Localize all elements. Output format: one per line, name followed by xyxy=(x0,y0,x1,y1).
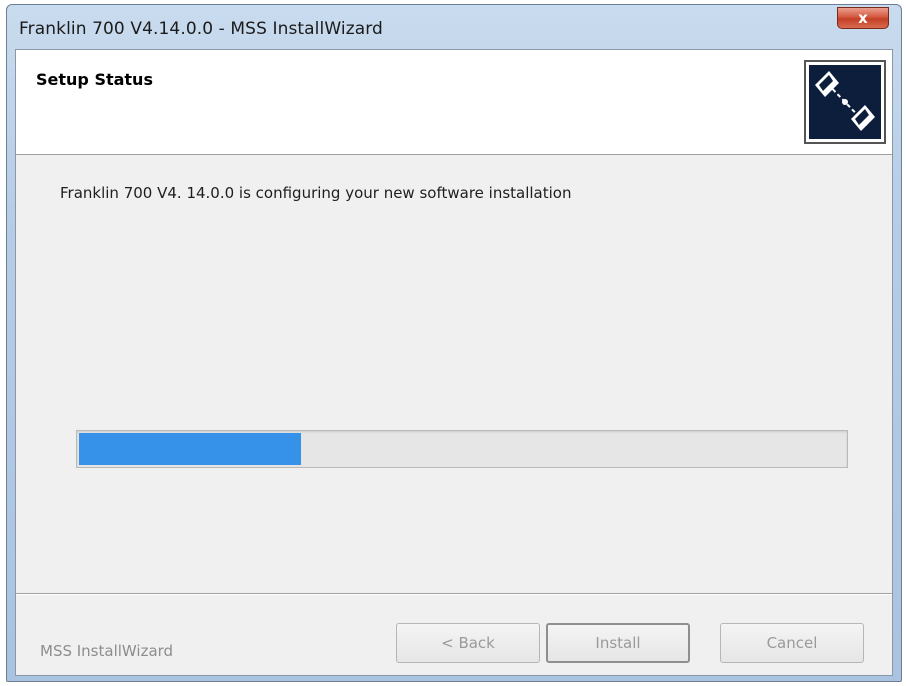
install-button[interactable]: Install xyxy=(546,623,690,663)
install-wizard-logo-icon xyxy=(804,60,886,144)
logo-graphic xyxy=(809,65,881,139)
footer-divider xyxy=(16,593,892,595)
wizard-header: Setup Status xyxy=(16,50,892,155)
status-message: Franklin 700 V4. 14.0.0 is configuring y… xyxy=(60,184,572,202)
close-icon: x xyxy=(858,9,868,27)
install-button-label: Install xyxy=(595,634,641,652)
back-button[interactable]: < Back xyxy=(396,623,540,663)
title-bar[interactable]: Franklin 700 V4.14.0.0 - MSS InstallWiza… xyxy=(7,5,901,49)
progress-fill xyxy=(79,433,302,465)
cancel-button[interactable]: Cancel xyxy=(720,623,864,663)
wizard-client-area: Setup Status Franklin 700 V4. 14.0.0 is … xyxy=(15,49,893,676)
close-button[interactable]: x xyxy=(837,7,889,29)
page-title: Setup Status xyxy=(36,70,153,89)
footer-brand-label: MSS InstallWizard xyxy=(40,642,174,660)
cancel-button-label: Cancel xyxy=(766,634,818,652)
progress-track xyxy=(79,433,845,465)
window-title: Franklin 700 V4.14.0.0 - MSS InstallWiza… xyxy=(19,19,383,39)
back-button-label: < Back xyxy=(441,634,495,652)
installer-window: Franklin 700 V4.14.0.0 - MSS InstallWiza… xyxy=(6,4,902,682)
progress-bar xyxy=(76,430,848,468)
